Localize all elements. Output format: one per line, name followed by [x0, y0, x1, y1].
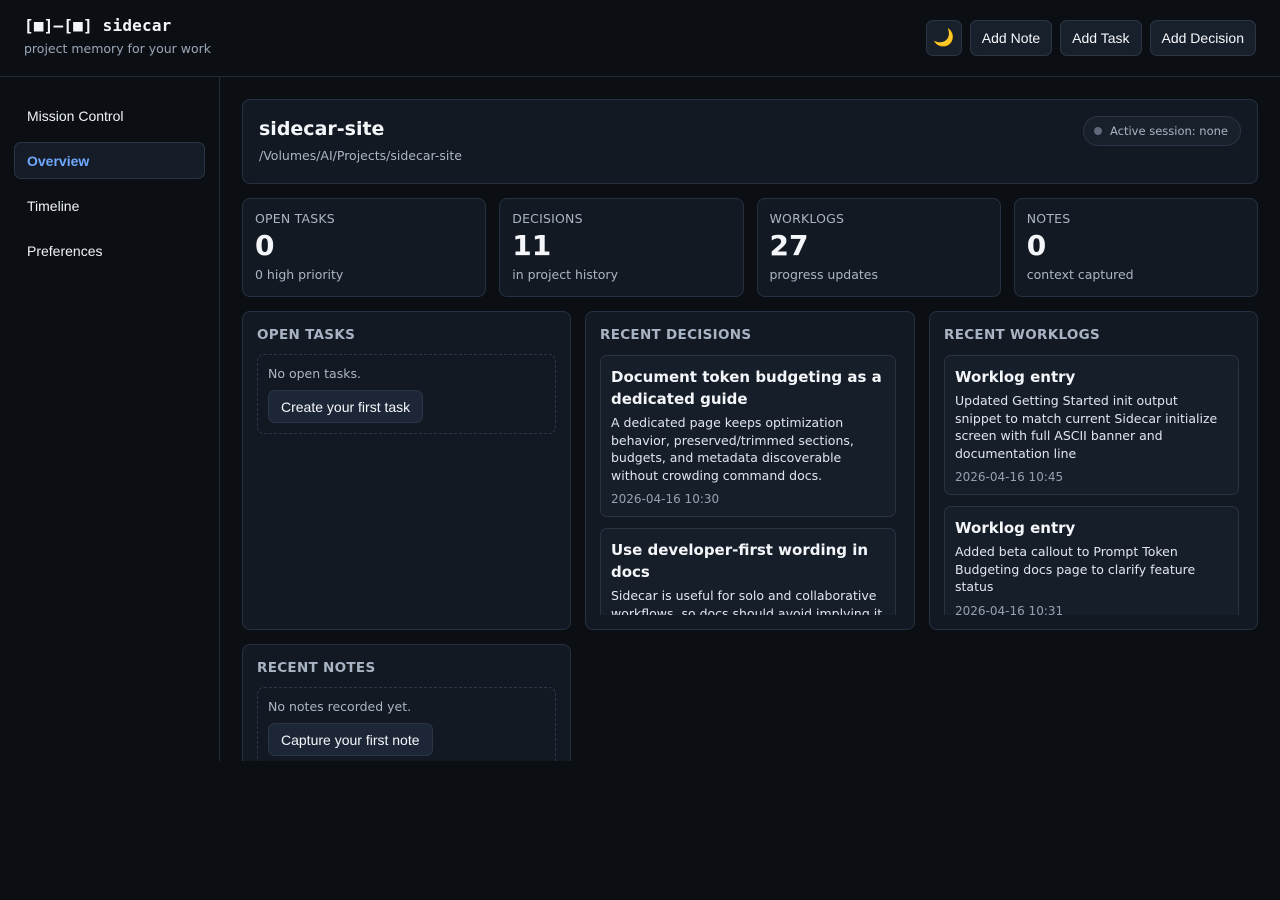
- page-footer-space: [0, 761, 1280, 900]
- sidebar-item-timeline[interactable]: Timeline: [14, 187, 205, 224]
- entry-title: Use developer-first wording in docs: [611, 541, 869, 581]
- stat-card-decisions: Decisions 11 in project history: [499, 198, 744, 297]
- sidebar-item-overview[interactable]: Overview: [14, 142, 205, 179]
- project-path: /Volumes/AI/Projects/sidecar-site: [259, 148, 462, 163]
- theme-toggle-button[interactable]: 🌙: [925, 20, 962, 56]
- recent-worklogs-panel: Recent Worklogs Worklog entry Updated Ge…: [929, 311, 1258, 630]
- header-actions: 🌙 Add Note Add Task Add Decision: [925, 20, 1256, 56]
- open-tasks-panel: Open Tasks No open tasks. Create your fi…: [242, 311, 571, 630]
- stat-value: 27: [769, 229, 809, 262]
- stat-label: Decisions: [512, 211, 583, 226]
- add-decision-button[interactable]: Add Decision: [1149, 20, 1256, 56]
- stat-subtext: context captured: [1026, 267, 1134, 282]
- moon-icon: 🌙: [933, 28, 955, 47]
- decision-entry[interactable]: Use developer-first wording in docs Side…: [600, 528, 896, 615]
- decisions-list[interactable]: Document token budgeting as a dedicated …: [600, 355, 896, 615]
- stat-subtext: in project history: [512, 267, 618, 282]
- entry-body: A dedicated page keeps optimization beha…: [611, 415, 854, 483]
- worklogs-list[interactable]: Worklog entry Updated Getting Started in…: [944, 355, 1239, 615]
- panel-title: Recent Worklogs: [944, 327, 1101, 343]
- stat-card-notes: Notes 0 context captured: [1013, 198, 1258, 297]
- stat-value: 0: [255, 229, 275, 262]
- worklog-entry[interactable]: Worklog entry Updated Getting Started in…: [944, 355, 1239, 495]
- stat-subtext: progress updates: [769, 267, 879, 282]
- panels-grid: Open Tasks No open tasks. Create your fi…: [242, 311, 1258, 784]
- stat-label: Worklogs: [769, 211, 845, 226]
- stat-label: Open tasks: [255, 211, 335, 226]
- session-status-badge: Active session: none: [1082, 116, 1241, 146]
- main-content: sidecar-site /Volumes/AI/Projects/sideca…: [242, 99, 1258, 784]
- entry-title: Worklog entry: [955, 368, 1076, 386]
- stat-card-open-tasks: Open tasks 0 0 high priority: [242, 198, 487, 297]
- entry-body: Updated Getting Started init output snip…: [955, 393, 1218, 461]
- create-first-task-button[interactable]: Create your first task: [268, 390, 424, 423]
- status-dot-icon: [1093, 127, 1102, 135]
- panel-title: Recent Notes: [257, 660, 376, 676]
- stat-label: Notes: [1026, 211, 1071, 226]
- entry-title: Document token budgeting as a dedicated …: [611, 368, 882, 408]
- entry-body: Sidecar is useful for solo and collabora…: [611, 588, 883, 615]
- empty-state: No notes recorded yet. Capture your firs…: [257, 687, 556, 767]
- app-logo: [■]—[■] sidecar: [24, 16, 172, 35]
- empty-state: No open tasks. Create your first task: [257, 354, 556, 434]
- stats-row: Open tasks 0 0 high priority Decisions 1…: [242, 198, 1258, 297]
- app-tagline: project memory for your work: [24, 41, 212, 56]
- add-task-button[interactable]: Add Task: [1060, 20, 1142, 56]
- capture-first-note-button[interactable]: Capture your first note: [268, 723, 433, 756]
- sidebar-item-preferences[interactable]: Preferences: [14, 232, 205, 269]
- brand: [■]—[■] sidecar project memory for your …: [24, 16, 211, 56]
- stat-value: 0: [1026, 229, 1047, 262]
- project-header-card: sidecar-site /Volumes/AI/Projects/sideca…: [242, 99, 1258, 184]
- entry-title: Worklog entry: [955, 519, 1076, 537]
- entry-timestamp: 2026-04-16 10:31: [955, 603, 1064, 616]
- entry-timestamp: 2026-04-16 10:30: [611, 492, 720, 506]
- top-bar: [■]—[■] sidecar project memory for your …: [0, 0, 1280, 77]
- stat-value: 11: [512, 229, 552, 262]
- panel-title: Open Tasks: [257, 327, 356, 343]
- empty-state-text: No open tasks.: [268, 366, 361, 381]
- decision-entry[interactable]: Document token budgeting as a dedicated …: [600, 355, 896, 517]
- entry-body: Added beta callout to Prompt Token Budge…: [955, 544, 1196, 594]
- sidebar: Mission Control Overview Timeline Prefer…: [0, 77, 220, 761]
- sidebar-item-mission-control[interactable]: Mission Control: [14, 97, 205, 134]
- entry-timestamp: 2026-04-16 10:45: [955, 470, 1064, 484]
- session-status-text: Active session: none: [1109, 124, 1228, 138]
- add-note-button[interactable]: Add Note: [969, 20, 1053, 56]
- empty-state-text: No notes recorded yet.: [268, 699, 412, 714]
- stat-subtext: 0 high priority: [255, 267, 344, 282]
- stat-card-worklogs: Worklogs 27 progress updates: [756, 198, 1001, 297]
- recent-decisions-panel: Recent Decisions Document token budgetin…: [585, 311, 915, 630]
- panel-title: Recent Decisions: [600, 327, 752, 343]
- worklog-entry[interactable]: Worklog entry Added beta callout to Prom…: [944, 506, 1239, 615]
